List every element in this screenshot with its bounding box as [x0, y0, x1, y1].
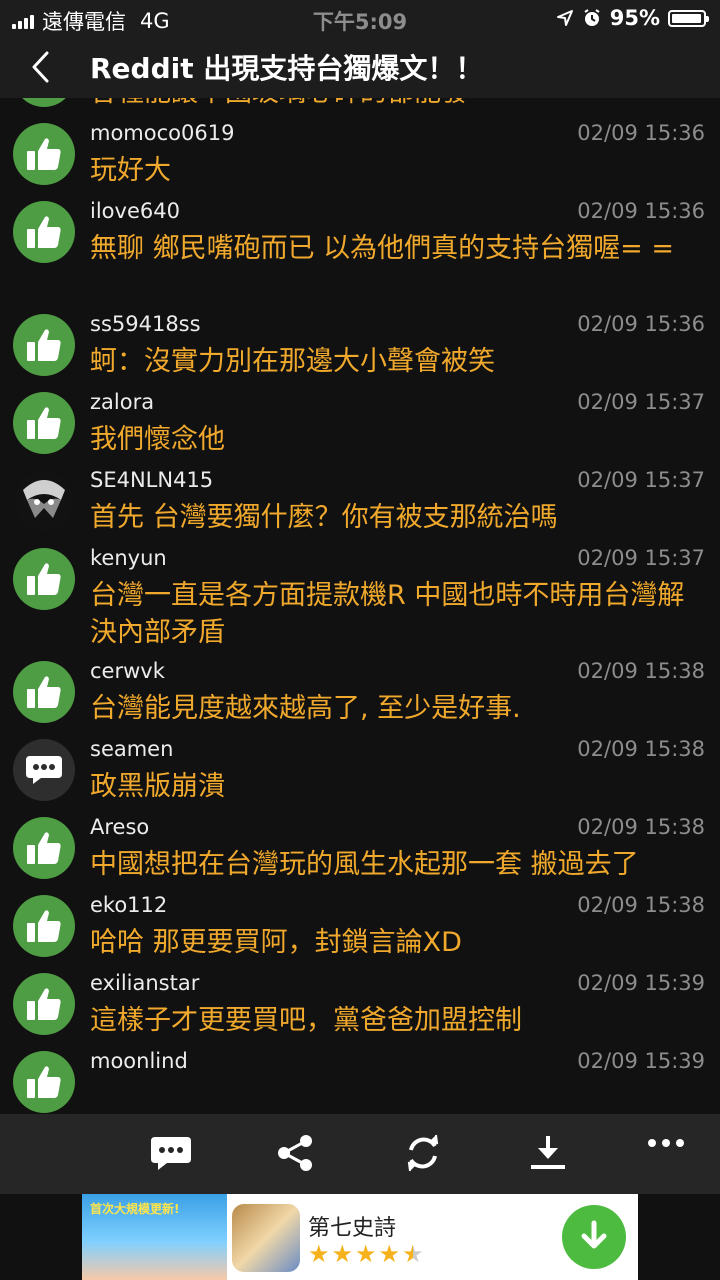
comment-button[interactable] — [141, 1128, 201, 1178]
back-button[interactable] — [0, 36, 80, 98]
comment-username[interactable]: exilianstar — [90, 971, 199, 995]
ad-rating: ★ ★ ★ ★ ★ — [308, 1242, 424, 1266]
thumbs-up-icon[interactable] — [13, 661, 75, 723]
avatar[interactable] — [13, 470, 75, 532]
comment-item[interactable]: cerwvk 02/09 15:38 台灣能見度越來越高了, 至少是好事. — [0, 651, 720, 729]
refresh-icon — [407, 1134, 439, 1172]
comment-text: 台灣能見度越來越高了, 至少是好事. — [90, 693, 521, 724]
comment-timestamp: 02/09 15:37 — [577, 546, 705, 570]
comment-item[interactable]: kenyun 02/09 15:37 台灣一直是各方面提款機R 中國也時不時用台灣解… — [0, 538, 720, 651]
more-button[interactable] — [636, 1118, 696, 1168]
thumbs-up-icon[interactable] — [13, 973, 75, 1035]
ad-app-name: 第七史詩 — [308, 1216, 397, 1241]
thumbs-up-icon[interactable] — [13, 1051, 75, 1113]
ad-download-button[interactable] — [562, 1205, 626, 1269]
comment-timestamp: 02/09 15:39 — [577, 971, 705, 995]
location-icon — [556, 10, 573, 26]
comment-item[interactable]: ss59418ss 02/09 15:36 蚵：沒實力別在那邊大小聲會被笑 — [0, 304, 720, 382]
thumbs-up-icon[interactable] — [13, 895, 75, 957]
comment-timestamp: 02/09 15:37 — [577, 468, 705, 492]
battery-percent: 95% — [609, 6, 660, 30]
star-icon: ★ — [331, 1240, 354, 1268]
comment-list[interactable]: ilifee..02/09 15:36各種能讓中國玻璃心碎的都能發momoco0… — [0, 98, 720, 1114]
more-icon — [648, 1139, 684, 1147]
comment-text: 首先 台灣要獨什麼？你有被支那統治嗎 — [90, 502, 558, 533]
comment-icon — [151, 1137, 191, 1170]
thumbs-up-icon[interactable] — [13, 548, 75, 610]
comment-timestamp: 02/09 15:36 — [577, 121, 705, 145]
comment-text: 台灣一直是各方面提款機R 中國也時不時用台灣解決內部矛盾 — [90, 580, 685, 648]
comment-timestamp: 02/09 15:36 — [577, 312, 705, 336]
ad-banner[interactable]: 首次大規模更新! 第七史詩 ★ ★ ★ ★ ★ — [82, 1194, 638, 1280]
comment-text: 這樣子才更要買吧，黨爸爸加盟控制 — [90, 1005, 522, 1036]
star-icon: ★ — [355, 1240, 377, 1268]
comment-timestamp: 02/09 15:39 — [577, 1049, 705, 1073]
comment-item[interactable]: exilianstar 02/09 15:39 這樣子才更要買吧，黨爸爸加盟控制 — [0, 963, 720, 1041]
status-bar: 遠傳電信 4G 下午5:09 95% — [0, 0, 720, 36]
ad-game-artwork[interactable]: 首次大規模更新! — [82, 1194, 227, 1280]
comment-username[interactable]: moonlind — [90, 1049, 188, 1073]
comment-username[interactable]: Areso — [90, 815, 149, 839]
ad-banner-text: 首次大規模更新! — [90, 1202, 180, 1216]
comment-username[interactable]: eko112 — [90, 893, 167, 917]
alarm-icon — [584, 9, 600, 26]
comment-text: 無聊 鄉民嘴砲而已 以為他們真的支持台獨喔= = — [90, 233, 674, 264]
thumbs-up-icon[interactable] — [13, 314, 75, 376]
comment-timestamp: 02/09 15:38 — [577, 737, 705, 761]
download-button[interactable] — [518, 1128, 578, 1178]
comment-timestamp: 02/09 15:38 — [577, 659, 705, 683]
share-button[interactable] — [265, 1128, 325, 1178]
thumbs-up-icon[interactable] — [13, 123, 75, 185]
comment-text: 中國想把在台灣玩的風生水起那一套 搬過去了 — [90, 849, 639, 880]
star-icon: ★ — [402, 1240, 424, 1268]
comment-username[interactable]: cerwvk — [90, 659, 165, 683]
bottom-toolbar — [0, 1114, 720, 1194]
comment-item[interactable]: ilifee..02/09 15:36各種能讓中國玻璃心碎的都能發 — [0, 98, 720, 113]
comment-username[interactable]: kenyun — [90, 546, 167, 570]
comment-username[interactable]: ilove640 — [90, 199, 180, 223]
comment-item[interactable]: ilove640 02/09 15:36 無聊 鄉民嘴砲而已 以為他們真的支持台獨喔… — [0, 191, 720, 304]
comment-username[interactable]: zalora — [90, 390, 154, 414]
comment-username[interactable]: seamen — [90, 737, 173, 761]
comment-item[interactable]: Areso 02/09 15:38 中國想把在台灣玩的風生水起那一套 搬過去了 — [0, 807, 720, 885]
thumbs-up-icon[interactable] — [13, 201, 75, 263]
comment-text: 玩好大 — [90, 155, 171, 186]
comment-item[interactable]: eko112 02/09 15:38 哈哈 那更要買阿，封鎖言論XD — [0, 885, 720, 963]
thumbs-up-icon[interactable] — [13, 817, 75, 879]
share-icon — [278, 1135, 312, 1171]
comment-item[interactable]: seamen 02/09 15:38 政黑版崩潰 — [0, 729, 720, 807]
comment-item[interactable]: zalora 02/09 15:37 我們懷念他 — [0, 382, 720, 460]
download-arrow-icon — [581, 1220, 607, 1249]
ad-app-icon[interactable] — [232, 1204, 300, 1272]
download-icon — [531, 1136, 565, 1169]
comment-item[interactable]: SE4NLN415 02/09 15:37 首先 台灣要獨什麼？你有被支那統治嗎 — [0, 460, 720, 538]
refresh-button[interactable] — [393, 1128, 453, 1178]
comment-username[interactable]: SE4NLN415 — [90, 468, 213, 492]
thumbs-up-icon[interactable] — [13, 392, 75, 454]
chevron-left-icon — [32, 51, 49, 83]
comment-text: 我們懷念他 — [90, 424, 225, 455]
comment-item[interactable]: momoco0619 02/09 15:36 玩好大 — [0, 113, 720, 191]
comment-text: 各種能讓中國玻璃心碎的都能發 — [90, 98, 705, 111]
comment-text: 政黑版崩潰 — [90, 771, 225, 802]
comment-timestamp: 02/09 15:36 — [577, 199, 705, 223]
comment-text: 蚵：沒實力別在那邊大小聲會被笑 — [90, 346, 495, 377]
star-icon: ★ — [308, 1240, 330, 1268]
chat-bubble-icon[interactable] — [13, 739, 75, 801]
comment-username[interactable]: ss59418ss — [90, 312, 201, 336]
thumbs-up-icon[interactable] — [13, 98, 75, 107]
comment-timestamp: 02/09 15:37 — [577, 390, 705, 414]
star-icon: ★ — [378, 1240, 401, 1268]
comment-timestamp: 02/09 15:38 — [577, 893, 705, 917]
nav-bar: Reddit 出現支持台獨爆文！！ — [0, 36, 720, 98]
comment-item[interactable]: moonlind 02/09 15:39 — [0, 1041, 720, 1114]
comment-text: 哈哈 那更要買阿，封鎖言論XD — [90, 927, 462, 958]
page-title: Reddit 出現支持台獨爆文！！ — [90, 52, 484, 85]
comment-username[interactable]: momoco0619 — [90, 121, 234, 145]
battery-icon — [668, 9, 709, 27]
comment-timestamp: 02/09 15:38 — [577, 815, 705, 839]
